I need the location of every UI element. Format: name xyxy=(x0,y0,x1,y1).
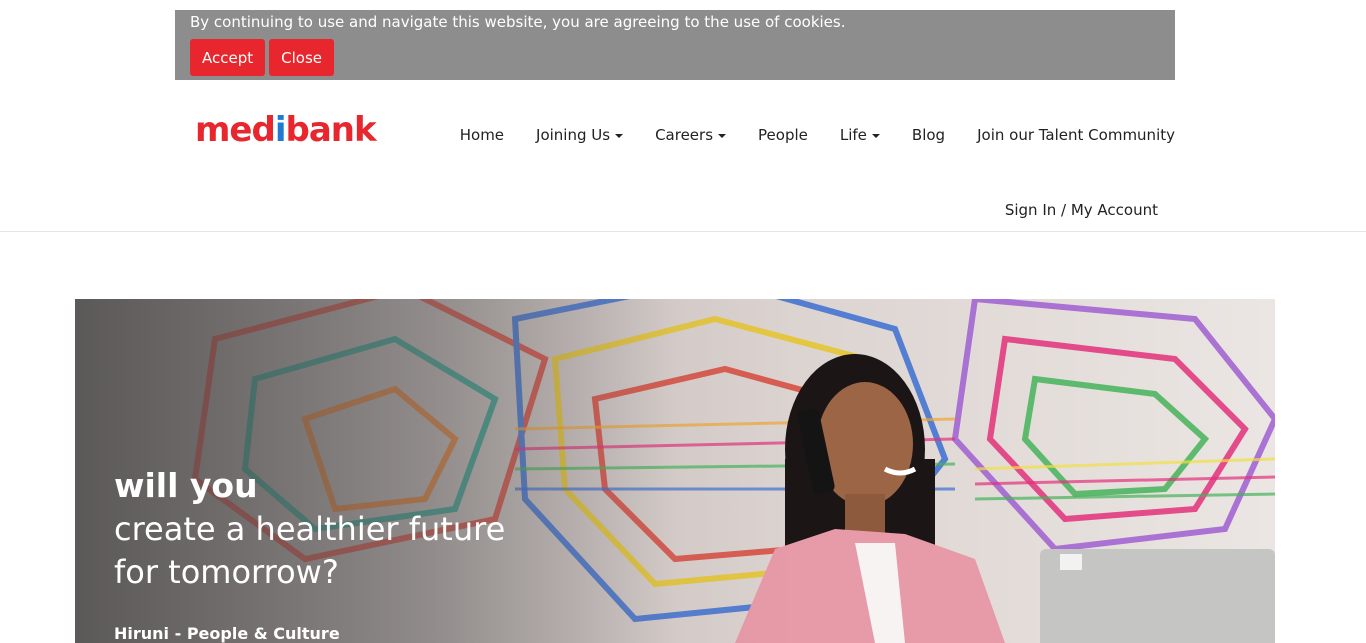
nav-blog-label: Blog xyxy=(911,126,946,144)
accept-cookies-button[interactable]: Accept xyxy=(190,39,266,76)
nav-careers-label: Careers xyxy=(655,126,714,144)
caret-down-icon xyxy=(871,134,880,138)
logo-text-med: med xyxy=(195,110,276,150)
header-divider xyxy=(0,231,1366,232)
nav-life[interactable]: Life xyxy=(840,124,880,146)
caret-down-icon xyxy=(718,134,727,138)
hero-line-2: create a healthier future xyxy=(114,510,506,548)
nav-talent-community-label: Join our Talent Community xyxy=(977,126,1175,144)
logo-text-bank: bank xyxy=(285,110,376,150)
hero-line-3: for tomorrow? xyxy=(114,553,339,591)
nav-talent-community[interactable]: Join our Talent Community xyxy=(977,124,1175,146)
main-nav: Home Joining Us Careers People Life Blog… xyxy=(428,124,1175,146)
nav-people-label: People xyxy=(758,126,808,144)
hero-line-1: will you xyxy=(114,466,258,505)
logo-text-i: i xyxy=(274,110,287,150)
close-cookies-button[interactable]: Close xyxy=(269,39,334,76)
cookie-banner: By continuing to use and navigate this w… xyxy=(175,10,1175,80)
nav-home[interactable]: Home xyxy=(460,124,504,146)
nav-careers[interactable]: Careers xyxy=(655,124,727,146)
nav-joining-us-label: Joining Us xyxy=(536,126,611,144)
nav-life-label: Life xyxy=(839,126,867,144)
sign-in-link[interactable]: Sign In / My Account xyxy=(1005,199,1158,221)
nav-home-label: Home xyxy=(459,126,505,144)
nav-people[interactable]: People xyxy=(758,124,808,146)
nav-joining-us[interactable]: Joining Us xyxy=(536,124,624,146)
medibank-logo[interactable]: medibank xyxy=(195,110,377,150)
cookie-buttons: Accept Close xyxy=(190,39,1160,76)
hero-caption: Hiruni - People & Culture xyxy=(114,624,340,643)
hero-headline: will you create a healthier future for t… xyxy=(114,464,505,594)
hero-banner: will you create a healthier future for t… xyxy=(75,299,1275,643)
caret-down-icon xyxy=(615,134,624,138)
cookie-message: By continuing to use and navigate this w… xyxy=(190,13,846,31)
nav-blog[interactable]: Blog xyxy=(912,124,945,146)
